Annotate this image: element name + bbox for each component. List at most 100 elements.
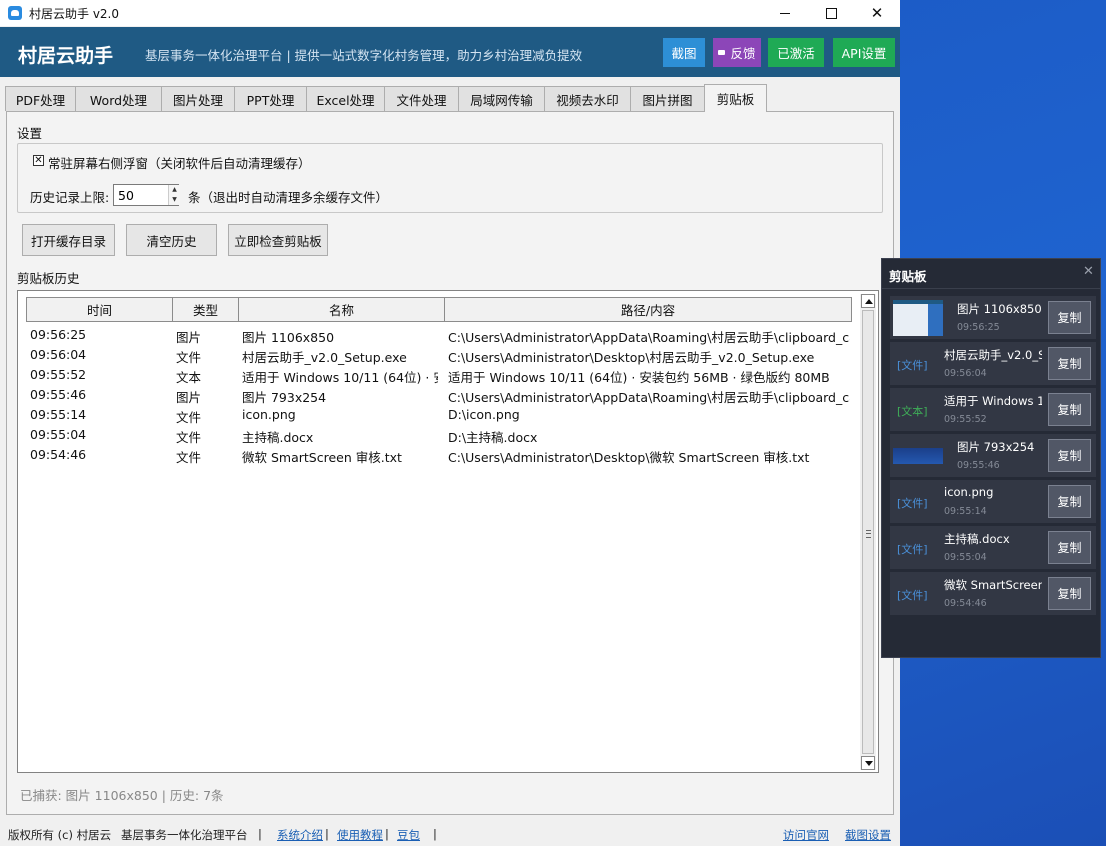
footer-divider: | [433, 827, 437, 841]
float-list-item[interactable]: 图片 793x254 09:55:46 复制 [890, 434, 1096, 477]
float-item-time: 09:55:52 [944, 414, 987, 425]
footer-divider: | [385, 827, 389, 841]
float-panel-close-icon[interactable]: ✕ [1083, 265, 1094, 279]
header-banner: 村居云助手 基层事务一体化治理平台 | 提供一站式数字化村务管理，助力乡村治理减… [0, 27, 900, 77]
tab-lan-transfer[interactable]: 局域网传输 [458, 86, 545, 111]
table-row[interactable]: 09:55:04 文件 主持稿.docx D:\主持稿.docx [26, 425, 852, 445]
cell-time: 09:56:04 [30, 347, 87, 362]
copy-button[interactable]: 复制 [1048, 393, 1091, 426]
cell-path: D:\icon.png [448, 407, 520, 422]
activated-button-label: 已激活 [777, 46, 815, 61]
float-list-item[interactable]: [文件] 微软 SmartScreen 审核.txt 09:54:46 复制 [890, 572, 1096, 615]
check-clipboard-button[interactable]: 立即检查剪贴板 [228, 224, 328, 256]
footer-divider: | [258, 827, 262, 841]
tab-word[interactable]: Word处理 [75, 86, 162, 111]
column-header-path[interactable]: 路径/内容 [444, 297, 852, 322]
float-item-title: icon.png [944, 485, 994, 499]
scroll-thumb[interactable] [862, 310, 874, 754]
tab-clipboard[interactable]: 剪贴板 [704, 84, 767, 112]
table-row[interactable]: 09:54:46 文件 微软 SmartScreen 审核.txt C:\Users\… [26, 445, 852, 465]
scroll-grip-icon [866, 530, 871, 538]
copy-button[interactable]: 复制 [1048, 577, 1091, 610]
float-list-item[interactable]: [文本] 适用于 Windows 10/11 (64位) 09:55:52 复制 [890, 388, 1096, 431]
file-type-tag: [文件] [897, 543, 928, 556]
image-thumbnail [893, 300, 943, 336]
footer-link-website[interactable]: 访问官网 [783, 827, 829, 843]
close-button[interactable]: ✕ [854, 0, 900, 26]
float-window-label[interactable]: 常驻屏幕右侧浮窗（关闭软件后自动清理缓存） [48, 153, 311, 172]
screenshot-button-label: 截图 [671, 46, 697, 61]
float-list-item[interactable]: [文件] 主持稿.docx 09:55:04 复制 [890, 526, 1096, 569]
api-settings-button-label: API设置 [841, 46, 887, 61]
footer-link-screenshot-settings[interactable]: 截图设置 [845, 827, 891, 843]
cell-path: C:\Users\Administrator\AppData\Roaming\村… [448, 390, 850, 405]
brand-slogan: 基层事务一体化治理平台 | 提供一站式数字化村务管理，助力乡村治理减负提效 [145, 48, 583, 63]
cell-name: 适用于 Windows 10/11 (64位) · 安装包 [242, 370, 438, 385]
column-header-name[interactable]: 名称 [238, 297, 445, 322]
tab-file[interactable]: 文件处理 [384, 86, 459, 111]
footer-link-doubao[interactable]: 豆包 [397, 827, 420, 843]
cell-name: 村居云助手_v2.0_Setup.exe [242, 350, 407, 365]
copy-button[interactable]: 复制 [1048, 531, 1091, 564]
app-logo-icon [8, 6, 22, 20]
activated-button[interactable]: 已激活 [768, 38, 824, 67]
history-limit-spinner[interactable]: ▲ ▼ [168, 185, 180, 205]
copy-button[interactable]: 复制 [1048, 301, 1091, 334]
copy-button[interactable]: 复制 [1048, 439, 1091, 472]
footer-link-tutorial[interactable]: 使用教程 [337, 827, 383, 843]
history-limit-unit: 条（退出时自动清理多余缓存文件） [188, 190, 389, 205]
cell-path: D:\主持稿.docx [448, 430, 538, 445]
feedback-button[interactable]: 反馈 [713, 38, 761, 67]
scroll-up-arrow-icon[interactable] [861, 294, 875, 308]
settings-section-title: 设置 [17, 126, 43, 141]
footer-divider: | [325, 827, 329, 841]
screenshot-button[interactable]: 截图 [663, 38, 705, 67]
table-scrollbar[interactable] [860, 294, 876, 770]
feedback-icon [718, 50, 726, 55]
tab-image[interactable]: 图片处理 [161, 86, 235, 111]
cell-path: C:\Users\Administrator\Desktop\村居云助手_v2.… [448, 350, 815, 365]
cell-name: 图片 793x254 [242, 390, 327, 405]
copy-button[interactable]: 复制 [1048, 485, 1091, 518]
table-row[interactable]: 09:55:46 图片 图片 793x254 C:\Users\Administrat… [26, 385, 852, 405]
column-header-time[interactable]: 时间 [26, 297, 173, 322]
table-row[interactable]: 09:56:25 图片 图片 1106x850 C:\Users\Administra… [26, 325, 852, 345]
tab-ppt[interactable]: PPT处理 [234, 86, 307, 111]
footer-link-intro[interactable]: 系统介绍 [277, 827, 323, 843]
main-window: 村居云助手 v2.0 ✕ 村居云助手 基层事务一体化治理平台 | 提供一站式数字… [0, 0, 900, 846]
clear-history-button[interactable]: 清空历史 [126, 224, 217, 256]
float-list-item[interactable]: [文件] 村居云助手_v2.0_Setup.exe 09:56:04 复制 [890, 342, 1096, 385]
float-list-item[interactable]: [文件] icon.png 09:55:14 复制 [890, 480, 1096, 523]
scroll-down-arrow-icon[interactable] [861, 756, 875, 770]
minimize-button[interactable] [762, 0, 808, 26]
tab-excel[interactable]: Excel处理 [306, 86, 385, 111]
float-window-checkbox[interactable]: ✕ [33, 155, 44, 166]
column-header-type[interactable]: 类型 [172, 297, 239, 322]
cell-type: 文件 [176, 450, 202, 465]
tab-pdf[interactable]: PDF处理 [5, 86, 76, 111]
float-item-title: 村居云助手_v2.0_Setup.exe [944, 348, 1042, 362]
maximize-button[interactable] [808, 0, 854, 26]
cell-name: icon.png [242, 407, 296, 422]
float-item-title: 图片 1106x850 [957, 302, 1042, 316]
cell-time: 09:55:14 [30, 407, 87, 422]
float-item-title: 适用于 Windows 10/11 (64位) [944, 394, 1042, 408]
open-cache-folder-button[interactable]: 打开缓存目录 [22, 224, 115, 256]
history-table-body: 时间 类型 名称 路径/内容 09:56:25 图片 图片 1106x850 C:\U… [26, 297, 852, 771]
tab-video-watermark[interactable]: 视频去水印 [544, 86, 631, 111]
title-bar: 村居云助手 v2.0 ✕ [0, 0, 900, 26]
cell-type: 文本 [176, 370, 202, 385]
tab-image-collage[interactable]: 图片拼图 [630, 86, 705, 111]
cell-type: 文件 [176, 350, 202, 365]
api-settings-button[interactable]: API设置 [833, 38, 895, 67]
table-row[interactable]: 09:55:52 文本 适用于 Windows 10/11 (64位) · 安装包适… [26, 365, 852, 385]
capture-status: 已捕获: 图片 1106x850 | 历史: 7条 [20, 788, 224, 803]
cell-time: 09:55:52 [30, 367, 87, 382]
footer-bar: 版权所有 (c) 村居云 基层事务一体化治理平台 | 系统介绍 | 使用教程 |… [0, 818, 900, 846]
copy-button[interactable]: 复制 [1048, 347, 1091, 380]
table-row[interactable]: 09:56:04 文件 村居云助手_v2.0_Setup.exe C:\Users\A… [26, 345, 852, 365]
cell-type: 图片 [176, 330, 202, 345]
float-list-item[interactable]: 图片 1106x850 09:56:25 复制 [890, 296, 1096, 339]
table-row[interactable]: 09:55:14 文件 icon.png D:\icon.png [26, 405, 852, 425]
cell-time: 09:55:46 [30, 387, 87, 402]
